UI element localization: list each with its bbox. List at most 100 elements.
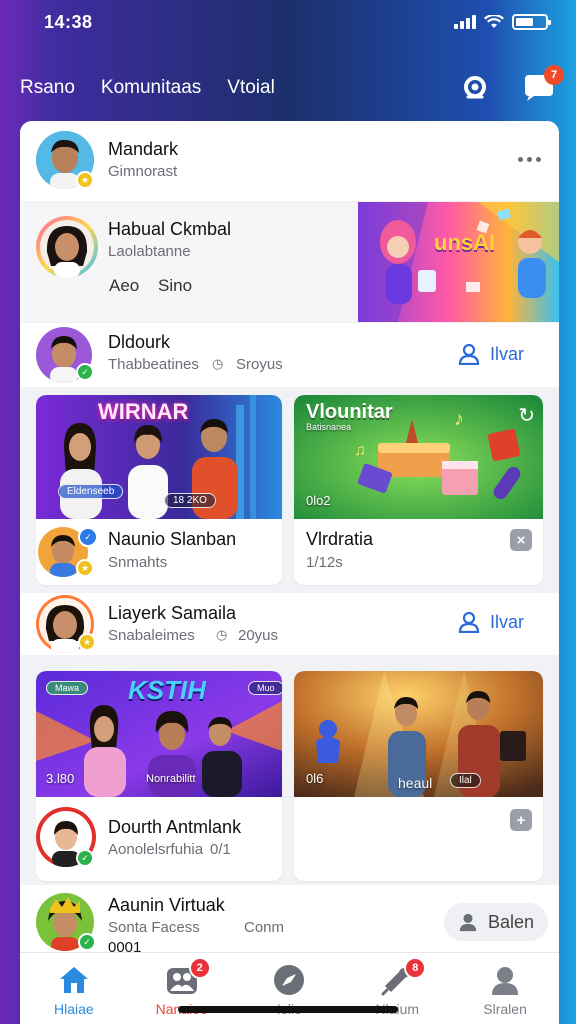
media-card[interactable]: ♪ ♫ Vlounitar Batisnanea 0lo2 ↻ Vlrdrati… — [294, 395, 543, 585]
follow-label: Ilvar — [490, 611, 525, 632]
user-name: Dldourk — [108, 332, 171, 352]
avatar[interactable] — [36, 216, 98, 278]
nav-badge: 8 — [404, 957, 427, 979]
status-badge: ★ — [76, 559, 94, 577]
wifi-icon — [484, 15, 504, 28]
add-icon[interactable]: + — [510, 809, 532, 831]
home-indicator — [178, 1006, 398, 1013]
svg-text:♫: ♫ — [354, 442, 366, 459]
status-badge: ★ — [76, 171, 94, 189]
refresh-icon[interactable]: ↻ — [518, 403, 535, 428]
card-tag: Ilal — [450, 773, 481, 788]
signal-icon — [454, 15, 476, 29]
user-name: Aaunin Virtuak — [108, 895, 225, 915]
join-label: Balen — [488, 911, 535, 932]
user-subtitle: Gimnorast — [108, 163, 178, 180]
nav-item-home[interactable]: Hlaiae — [24, 963, 124, 1017]
user-subtitle: Thabbeatines — [108, 356, 199, 373]
card-meta: 1/12s — [306, 554, 343, 571]
status-badge: ✓ — [76, 849, 94, 867]
status-icons — [454, 14, 551, 30]
card-tag-bottom: Nonrabilitt — [146, 773, 196, 785]
card-author: Vlrdratia — [306, 529, 374, 549]
card-tag-bottom: heaul — [398, 775, 433, 791]
user-meta: Conm — [244, 919, 285, 936]
banner-image[interactable]: unsAI — [358, 202, 559, 322]
svg-text:♪: ♪ — [454, 408, 464, 430]
user-icon — [458, 343, 480, 365]
verified-badge: ✓ — [78, 527, 98, 547]
status-time: 14:38 — [44, 11, 93, 32]
clock-icon: ◷ — [212, 356, 224, 371]
join-button[interactable]: Balen — [444, 903, 549, 941]
home-icon — [57, 963, 91, 997]
messages-button[interactable]: 7 — [522, 65, 564, 105]
status-badge: ✓ — [78, 933, 96, 951]
tab-rsano[interactable]: Rsano — [20, 73, 75, 103]
people-icon: 2 — [165, 957, 211, 997]
notification-badge: 7 — [544, 65, 564, 85]
user-subtitle: Laolabtanne — [108, 243, 191, 260]
nav-label: Hlaiae — [54, 1001, 94, 1017]
media-card[interactable]: KSTIH Mawa Muo 3.l80 Nonrabilitt ✓ Dourt… — [36, 671, 282, 881]
card-thumbnail[interactable]: KSTIH Mawa Muo 3.l80 Nonrabilitt — [36, 671, 282, 797]
card-tag: Eldenseeb — [58, 484, 124, 499]
feed-row[interactable]: ★ Mandark Gimnorast — [20, 121, 559, 201]
user-name: Habual Ckmbal — [108, 219, 232, 239]
card-meta: Snmahts — [108, 554, 168, 571]
user-meta: 20yus — [238, 627, 279, 644]
feed-panel: ★ Mandark Gimnorast Habual Ckmbal Laolab… — [20, 121, 559, 1024]
tab-vtoial[interactable]: Vtoial — [227, 73, 275, 103]
more-options-button[interactable] — [518, 157, 541, 162]
card-thumbnail[interactable]: 0l6 heaul Ilal — [294, 671, 543, 797]
card-caption: Batisnanea — [306, 422, 352, 432]
card-tag: Muo — [248, 681, 282, 695]
status-badge: ✓ — [76, 363, 94, 381]
media-card[interactable]: 0l6 heaul Ilal + — [294, 671, 543, 881]
user-icon — [458, 611, 480, 633]
card-tag: Mawa — [46, 681, 89, 695]
top-nav: Rsano Komunitaas Vtoial 7 — [20, 60, 564, 116]
bottom-nav: Hlaiae 2 Nanaieo Islio — [20, 952, 559, 1024]
nav-badge: 2 — [188, 957, 211, 979]
card-thumbnail[interactable]: ♪ ♫ Vlounitar Batisnanea 0lo2 ↻ — [294, 395, 543, 519]
card-title-overlay: KSTIH — [128, 675, 206, 705]
card-title-overlay: Vlounitar — [306, 401, 393, 423]
tab-komunitaas[interactable]: Komunitaas — [101, 73, 201, 103]
top-nav-actions: 7 — [458, 65, 564, 105]
status-bar: 14:38 — [0, 0, 576, 44]
feed-row[interactable]: ★ Liayerk Samaila Snabaleimes ◷ 20yus Il… — [20, 593, 559, 655]
card-count: 0l6 — [306, 771, 324, 786]
compass-icon — [272, 963, 306, 997]
status-badge: ★ — [78, 633, 96, 651]
banner-title: unsAI — [434, 230, 496, 255]
clock-icon: ◷ — [216, 627, 228, 642]
media-card[interactable]: WIRNAR Eldenseeb 18 2KO ✓ ★ Naunio Slanb… — [36, 395, 282, 585]
battery-icon — [512, 14, 551, 30]
card-count: 3.l80 — [46, 771, 75, 786]
follow-button[interactable]: Ilvar — [444, 603, 539, 641]
nav-label: Slralen — [483, 1001, 527, 1017]
action-link-sino[interactable]: Sino — [158, 276, 192, 296]
card-meta: Aonolelsrfuhia — [108, 841, 204, 858]
card-title-overlay: WIRNAR — [98, 399, 189, 424]
card-tag: 18 2KO — [164, 493, 216, 508]
search-icon — [464, 76, 486, 99]
follow-button[interactable]: Ilvar — [444, 335, 539, 373]
card-author: Dourth Antmlank — [108, 817, 242, 837]
search-button[interactable] — [458, 71, 492, 105]
card-thumbnail[interactable]: WIRNAR Eldenseeb 18 2KO — [36, 395, 282, 519]
close-icon[interactable]: × — [510, 529, 532, 551]
card-count: 0lo2 — [306, 493, 331, 508]
feed-row[interactable]: ✓ Dldourk Thabbeatines ◷ Sroyus Ilvar — [20, 323, 559, 387]
user-name: Mandark — [108, 139, 179, 159]
feed-row[interactable]: Habual Ckmbal Laolabtanne Aeo Sino unsAI — [20, 202, 559, 322]
user-subtitle: Sonta Facess — [108, 919, 200, 936]
card-meta-count: 0/1 — [210, 841, 231, 858]
nav-item-profile[interactable]: Slralen — [455, 963, 555, 1017]
user-subtitle: Snabaleimes — [108, 627, 195, 644]
megaphone-icon: 8 — [380, 957, 427, 997]
action-link-aeo[interactable]: Aeo — [109, 276, 139, 296]
user-name: Liayerk Samaila — [108, 603, 237, 623]
card-author: Naunio Slanban — [108, 529, 237, 549]
